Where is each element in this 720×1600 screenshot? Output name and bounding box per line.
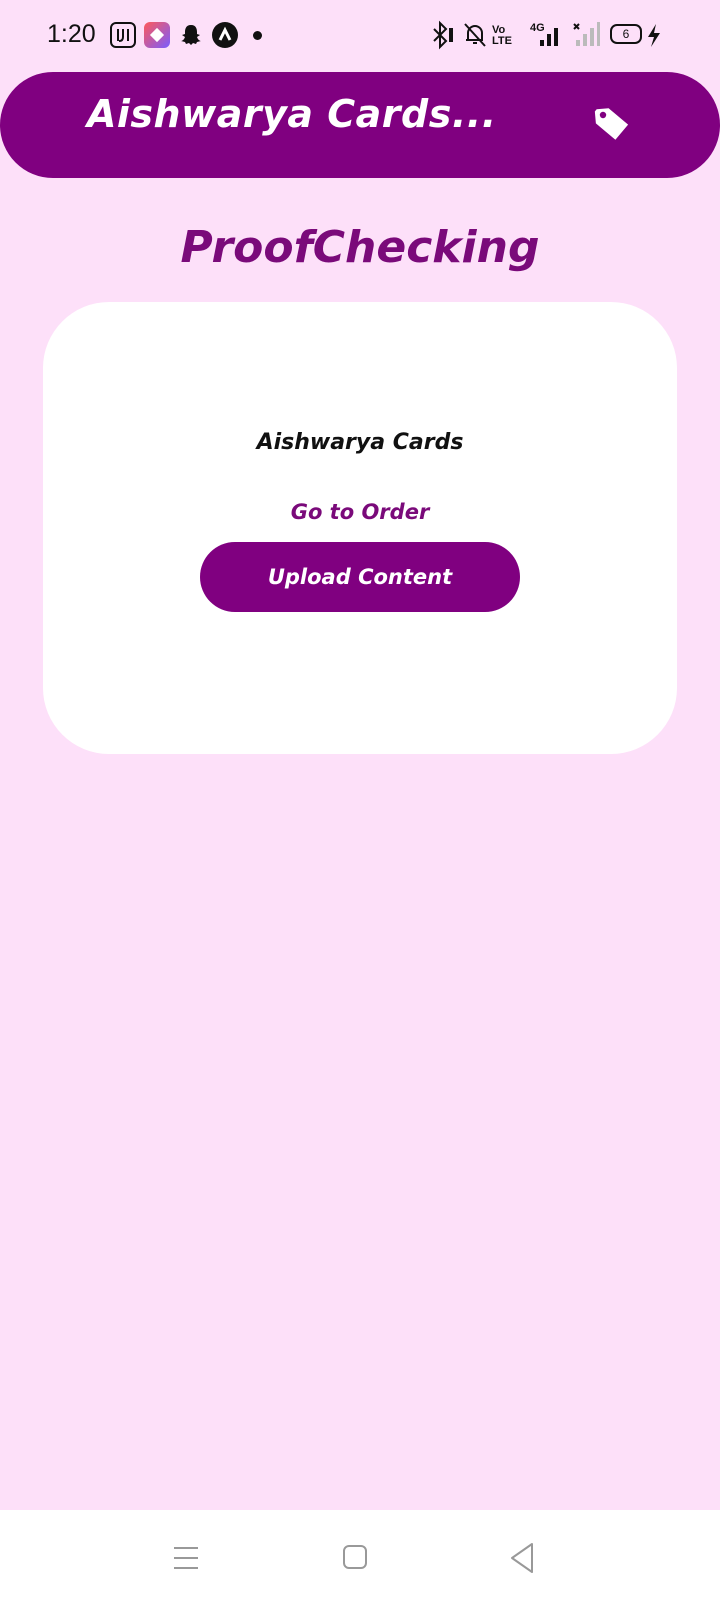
app-title: Aishwarya Cards...: [87, 92, 497, 136]
proof-card: Aishwarya Cards Go to Order Upload Conte…: [43, 302, 677, 754]
go-to-order-link[interactable]: Go to Order: [43, 500, 677, 524]
status-time: 1:20: [47, 20, 96, 48]
menu-icon[interactable]: [168, 1540, 208, 1576]
navigation-bar: [0, 1510, 720, 1600]
card-company-name: Aishwarya Cards: [256, 430, 464, 455]
bluetooth-icon: [430, 20, 456, 50]
alert-app-icon: [212, 22, 238, 48]
tag-icon[interactable]: [588, 100, 636, 148]
page-title: ProofChecking: [180, 222, 540, 273]
app-icon: [144, 22, 170, 48]
no-signal-icon: [572, 20, 602, 50]
mute-icon: [462, 20, 488, 50]
upload-content-button[interactable]: Upload Content: [200, 542, 520, 612]
charging-icon: [646, 20, 662, 50]
signal-icon: 4G: [526, 20, 566, 50]
app-bar: Aishwarya Cards...: [0, 72, 720, 178]
battery-icon: 6: [610, 24, 642, 44]
dot-icon: [253, 31, 262, 40]
status-bar: 1:20 Vo LTE 4G 6: [0, 0, 720, 70]
snapchat-icon: [178, 22, 204, 48]
jiosaavn-icon: [110, 22, 136, 48]
network-type-label: 4G: [530, 22, 545, 34]
home-icon[interactable]: [338, 1540, 378, 1576]
volte-icon: Vo LTE: [492, 24, 512, 47]
back-icon[interactable]: [506, 1540, 546, 1576]
